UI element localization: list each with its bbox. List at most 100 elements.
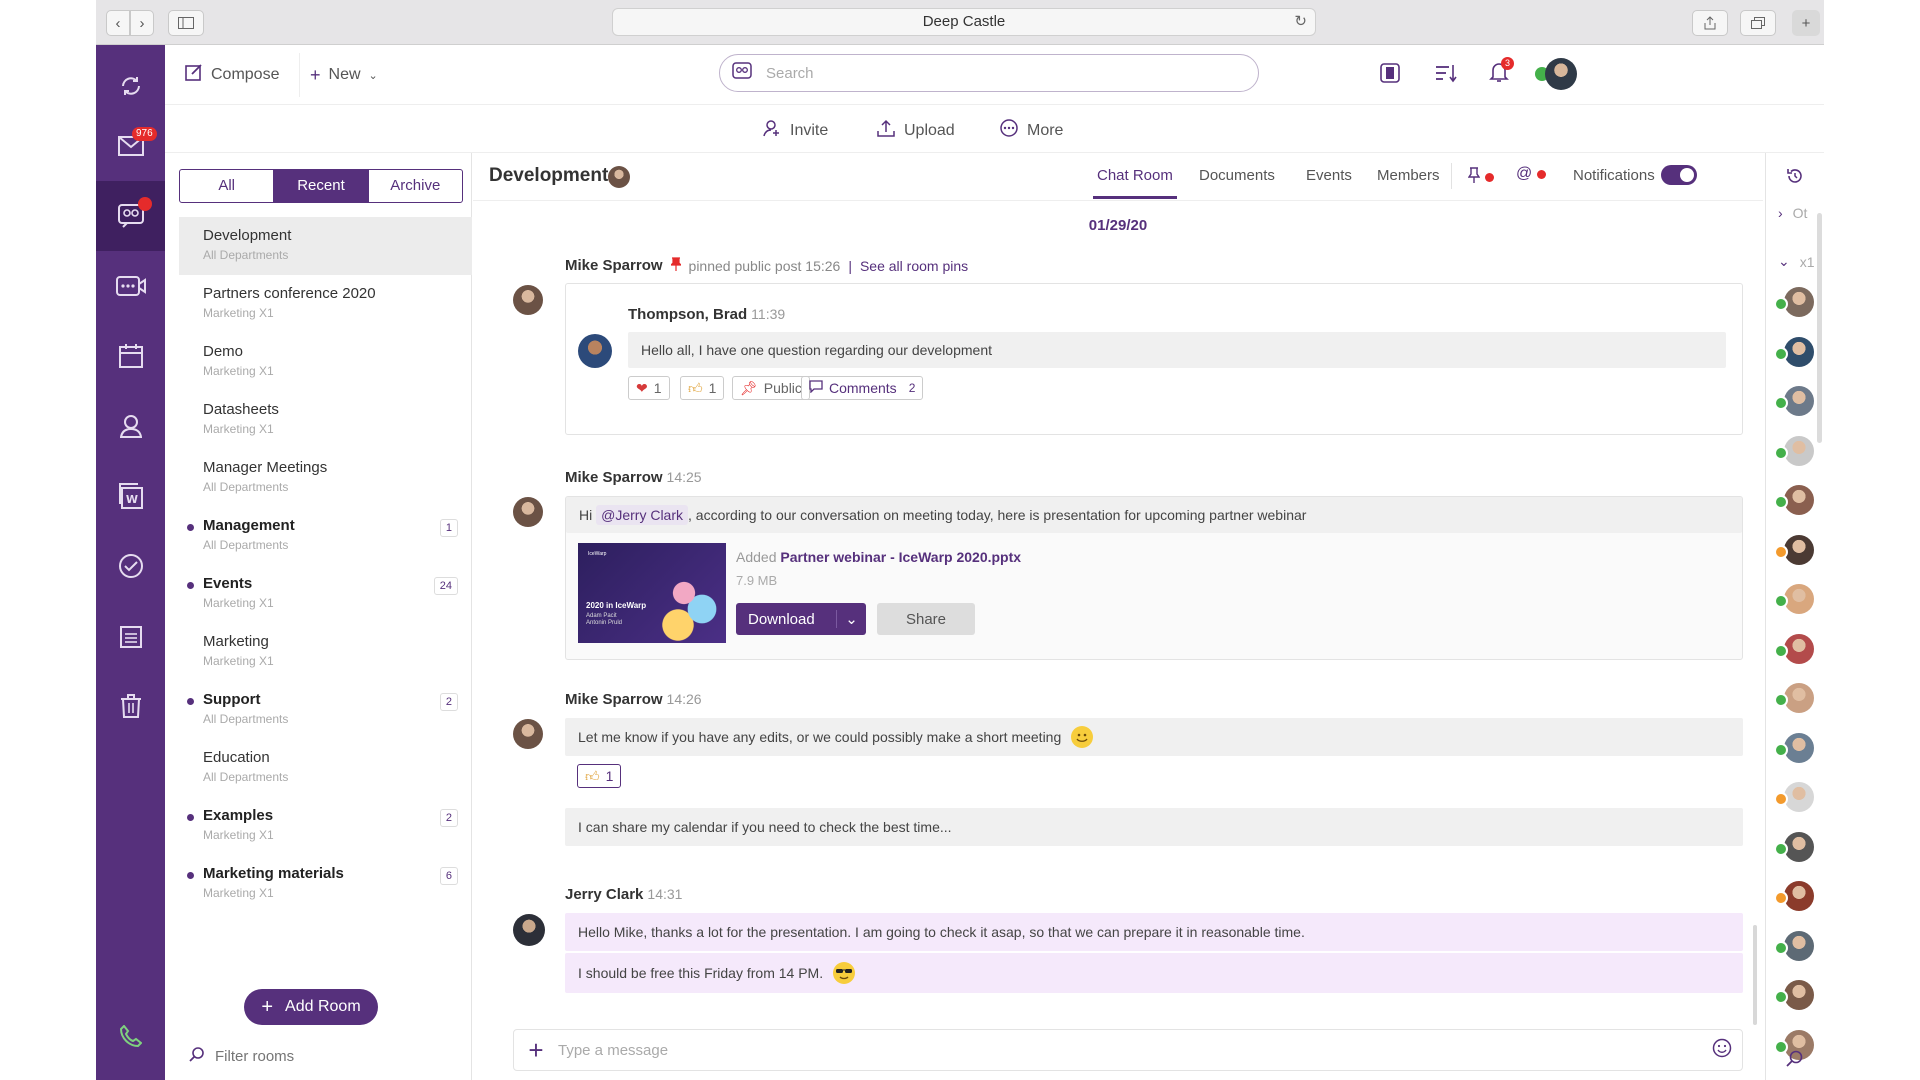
member-avatar[interactable] xyxy=(1774,632,1818,668)
mentions-filter[interactable]: @ xyxy=(1516,165,1547,183)
member-avatar[interactable] xyxy=(1774,830,1818,866)
tab-events[interactable]: Events xyxy=(1306,167,1352,184)
chat-scrollbar[interactable] xyxy=(1753,925,1757,1025)
room-item-education[interactable]: Education All Departments xyxy=(179,739,472,797)
add-room-button[interactable]: + Add Room xyxy=(244,989,378,1025)
tab-members[interactable]: Members xyxy=(1377,167,1440,184)
tasks-icon[interactable] xyxy=(96,531,165,601)
reload-icon[interactable]: ↻ xyxy=(1294,9,1307,35)
search-input[interactable] xyxy=(766,64,1226,82)
members-scrollbar[interactable] xyxy=(1817,213,1822,443)
message-author: Jerry Clark 14:31 xyxy=(565,886,683,903)
notifications-bell-icon[interactable]: 3 xyxy=(1489,57,1515,88)
heart-reaction[interactable]: ❤ 1 xyxy=(628,376,670,400)
author-avatar[interactable] xyxy=(513,497,543,527)
member-avatar[interactable] xyxy=(1774,879,1818,915)
chat-rooms-icon[interactable] xyxy=(96,181,165,251)
compose-button[interactable]: Compose xyxy=(185,63,279,86)
author-avatar[interactable] xyxy=(513,285,543,315)
room-item-marketing-materials[interactable]: Marketing materials Marketing X1 6 xyxy=(179,855,472,913)
emoji-picker-icon[interactable] xyxy=(1702,1038,1742,1063)
tabs-icon[interactable] xyxy=(1740,10,1776,36)
room-item-datasheets[interactable]: Datasheets Marketing X1 xyxy=(179,391,472,449)
like-reaction[interactable]: 👍︎ 1 xyxy=(577,764,622,788)
member-avatar[interactable] xyxy=(1774,681,1818,717)
public-badge[interactable]: 📌︎ Public xyxy=(732,376,810,400)
user-avatar[interactable] xyxy=(1545,58,1577,90)
phone-icon[interactable] xyxy=(96,1001,165,1071)
share-icon[interactable] xyxy=(1692,10,1728,36)
invite-button[interactable]: Invite xyxy=(763,119,828,142)
sidebar-toggle-icon[interactable] xyxy=(168,10,204,36)
search-box[interactable] xyxy=(719,54,1259,92)
back-icon[interactable]: ‹ xyxy=(106,10,130,36)
member-group-collapsed[interactable]: › Ot xyxy=(1778,205,1807,221)
member-search-icon[interactable] xyxy=(1786,1050,1804,1073)
new-button[interactable]: + New ⌄ xyxy=(299,53,378,97)
search-scope-icon[interactable] xyxy=(732,61,752,85)
filter-tab-recent[interactable]: Recent xyxy=(274,170,369,202)
documents-icon[interactable]: W xyxy=(96,461,165,531)
room-item-examples[interactable]: Examples Marketing X1 2 xyxy=(179,797,472,855)
pins-filter[interactable] xyxy=(1467,167,1494,188)
member-avatar[interactable] xyxy=(1774,731,1818,767)
tab-documents[interactable]: Documents xyxy=(1199,167,1275,184)
filter-tab-all[interactable]: All xyxy=(180,170,275,202)
top-toolbar: Compose + New ⌄ 3 xyxy=(165,45,1824,105)
room-item-partners-conference[interactable]: Partners conference 2020 Marketing X1 xyxy=(179,275,472,333)
room-item-development[interactable]: Development All Departments xyxy=(179,217,472,275)
contacts-icon[interactable] xyxy=(96,391,165,461)
member-avatar[interactable] xyxy=(1774,285,1818,321)
room-item-demo[interactable]: Demo Marketing X1 xyxy=(179,333,472,391)
room-name: Examples xyxy=(203,807,274,824)
attachment-thumbnail[interactable]: IceWarp 2020 in IceWarp Adam Pacit Anton… xyxy=(578,543,726,643)
member-avatar[interactable] xyxy=(1774,335,1818,371)
room-owner-avatar[interactable] xyxy=(608,166,630,188)
filter-rooms[interactable] xyxy=(189,1046,415,1066)
mail-icon[interactable]: 976 xyxy=(96,111,165,181)
layout-toggle-icon[interactable] xyxy=(1380,63,1400,88)
see-all-pins-link[interactable]: See all room pins xyxy=(860,258,968,274)
room-item-support[interactable]: Support All Departments 2 xyxy=(179,681,472,739)
filter-rooms-input[interactable] xyxy=(215,1047,415,1065)
mention-chip[interactable]: @Jerry Clark xyxy=(596,505,689,525)
share-button[interactable]: Share xyxy=(877,603,975,635)
room-item-management[interactable]: Management All Departments 1 xyxy=(179,507,472,565)
author-avatar[interactable] xyxy=(513,719,543,749)
chevron-down-icon[interactable]: ⌄ xyxy=(836,610,866,628)
filter-tab-archive[interactable]: Archive xyxy=(369,170,462,202)
member-avatar[interactable] xyxy=(1774,533,1818,569)
room-item-manager-meetings[interactable]: Manager Meetings All Departments xyxy=(179,449,472,507)
room-item-marketing[interactable]: Marketing Marketing X1 xyxy=(179,623,472,681)
trash-icon[interactable] xyxy=(96,671,165,741)
room-item-events[interactable]: Events Marketing X1 24 xyxy=(179,565,472,623)
video-meeting-icon[interactable] xyxy=(96,251,165,321)
notifications-toggle[interactable] xyxy=(1661,165,1697,185)
tab-chat-room[interactable]: Chat Room xyxy=(1093,167,1177,199)
member-avatar[interactable] xyxy=(1774,929,1818,965)
history-icon[interactable] xyxy=(1786,167,1804,190)
member-avatar[interactable] xyxy=(1774,780,1818,816)
download-button[interactable]: Download ⌄ xyxy=(736,603,866,635)
pinned-post-avatar[interactable] xyxy=(578,334,612,368)
sort-icon[interactable] xyxy=(1435,63,1457,88)
add-attachment-icon[interactable]: + xyxy=(514,1030,558,1070)
new-tab-icon[interactable]: + xyxy=(1792,10,1820,36)
notes-icon[interactable] xyxy=(96,601,165,671)
member-avatar[interactable] xyxy=(1774,434,1818,470)
address-bar[interactable]: Deep Castle ↻ xyxy=(612,8,1316,36)
forward-icon[interactable]: › xyxy=(130,10,154,36)
member-avatar[interactable] xyxy=(1774,384,1818,420)
upload-button[interactable]: Upload xyxy=(877,119,955,142)
message-input[interactable] xyxy=(558,1041,1702,1059)
more-button[interactable]: More xyxy=(1000,119,1063,142)
like-reaction[interactable]: 👍︎ 1 xyxy=(680,376,725,400)
member-avatar[interactable] xyxy=(1774,978,1818,1014)
attachment-file-link[interactable]: Partner webinar - IceWarp 2020.pptx xyxy=(780,549,1021,565)
calendar-icon[interactable] xyxy=(96,321,165,391)
comments-button[interactable]: Comments 2 xyxy=(801,376,924,400)
member-group-expanded[interactable]: ⌄ x1 xyxy=(1778,253,1815,270)
member-avatar[interactable] xyxy=(1774,582,1818,618)
author-avatar[interactable] xyxy=(513,914,545,946)
member-avatar[interactable] xyxy=(1774,483,1818,519)
